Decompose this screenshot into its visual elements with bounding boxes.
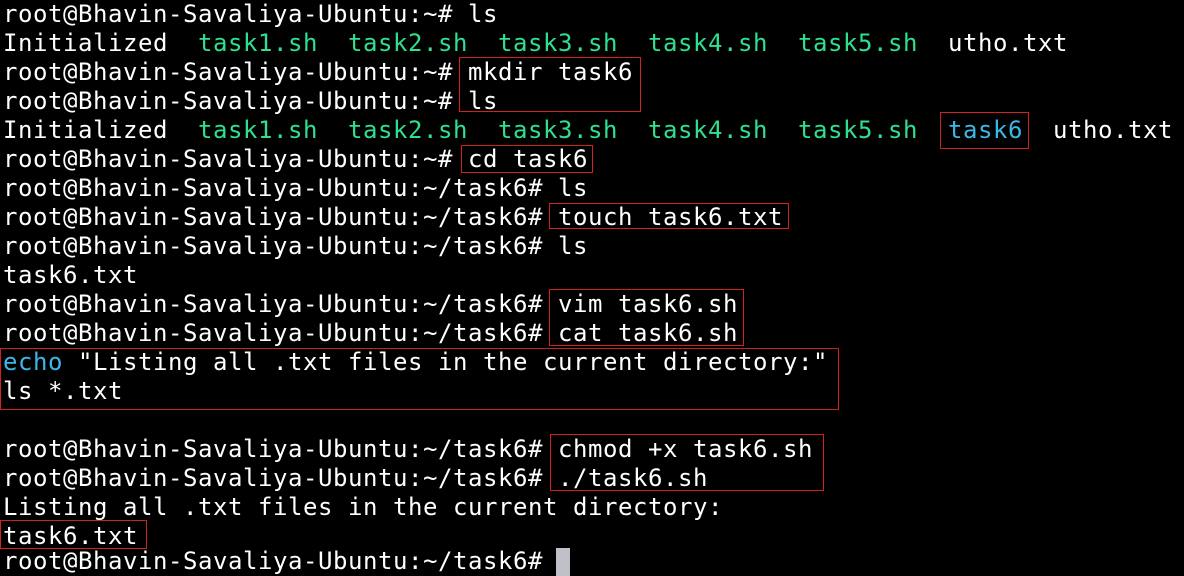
- command-text: ls: [557, 174, 588, 202]
- terminal-line-12: root@Bhavin-Savaliya-Ubuntu:~/task6# cat…: [3, 319, 738, 348]
- terminal-line-8: root@Bhavin-Savaliya-Ubuntu:~/task6# tou…: [3, 203, 783, 232]
- terminal-line-6: root@Bhavin-Savaliya-Ubuntu:~# cd task6: [3, 145, 588, 174]
- terminal-line-9: root@Bhavin-Savaliya-Ubuntu:~/task6# ls: [3, 232, 588, 261]
- output-line: task6.txt: [3, 261, 138, 290]
- prompt: root@Bhavin-Savaliya-Ubuntu:~/task6#: [3, 319, 558, 347]
- prompt: root@Bhavin-Savaliya-Ubuntu:~#: [3, 145, 468, 173]
- command-text: chmod +x task6.sh: [557, 435, 813, 463]
- ls-output-line-1: Initialized task1.sh task2.sh task3.sh t…: [3, 29, 1068, 58]
- prompt: root@Bhavin-Savaliya-Ubuntu:~/task6#: [3, 174, 558, 202]
- echo-keyword: echo: [3, 348, 63, 376]
- command-text: cat task6.sh: [557, 319, 738, 347]
- command-text: cd task6: [467, 145, 588, 173]
- command-text: mkdir task6: [467, 58, 633, 86]
- prompt: root@Bhavin-Savaliya-Ubuntu:~/task6#: [3, 203, 558, 231]
- ls-output-line-2: Initialized task1.sh task2.sh task3.sh t…: [3, 116, 1173, 145]
- terminal-line-17: root@Bhavin-Savaliya-Ubuntu:~/task6# ./t…: [3, 464, 708, 493]
- text-cursor: [556, 548, 570, 576]
- terminal-window[interactable]: root@Bhavin-Savaliya-Ubuntu:~# ls Initia…: [0, 0, 1184, 576]
- file-entry-executable: task5.sh: [798, 29, 918, 57]
- terminal-line-11: root@Bhavin-Savaliya-Ubuntu:~/task6# vim…: [3, 290, 738, 319]
- command-text: vim task6.sh: [557, 290, 738, 318]
- prompt: root@Bhavin-Savaliya-Ubuntu:~/task6#: [3, 464, 558, 492]
- file-entry: Initialized: [3, 116, 168, 144]
- file-entry: Initialized: [3, 29, 168, 57]
- command-text: ./task6.sh: [557, 464, 708, 492]
- echo-string: "Listing all .txt files in the current d…: [63, 348, 828, 376]
- prompt: root@Bhavin-Savaliya-Ubuntu:~/task6#: [3, 435, 558, 463]
- prompt: root@Bhavin-Savaliya-Ubuntu:~/task6#: [3, 290, 558, 318]
- terminal-line-1: root@Bhavin-Savaliya-Ubuntu:~# ls: [3, 0, 498, 29]
- command-text: ls: [557, 232, 588, 260]
- file-entry-executable: task5.sh: [798, 116, 918, 144]
- prompt: root@Bhavin-Savaliya-Ubuntu:~/task6#: [3, 232, 558, 260]
- file-entry: utho.txt: [948, 29, 1068, 57]
- prompt: root@Bhavin-Savaliya-Ubuntu:~#: [3, 0, 468, 28]
- script-line-echo: echo "Listing all .txt files in the curr…: [3, 348, 828, 377]
- terminal-line-current[interactable]: root@Bhavin-Savaliya-Ubuntu:~/task6#: [3, 547, 558, 576]
- directory-entry: task6: [948, 116, 1023, 144]
- file-entry-executable: task1.sh: [198, 116, 318, 144]
- terminal-line-4: root@Bhavin-Savaliya-Ubuntu:~# ls: [3, 87, 498, 116]
- file-entry-executable: task2.sh: [348, 29, 468, 57]
- file-entry-executable: task3.sh: [498, 29, 618, 57]
- file-entry-executable: task4.sh: [648, 29, 768, 57]
- output-line: Listing all .txt files in the current di…: [3, 493, 723, 521]
- file-entry: task6.txt: [3, 522, 138, 550]
- terminal-line-7: root@Bhavin-Savaliya-Ubuntu:~/task6# ls: [3, 174, 588, 203]
- file-entry-executable: task4.sh: [648, 116, 768, 144]
- terminal-line-3: root@Bhavin-Savaliya-Ubuntu:~# mkdir tas…: [3, 58, 633, 87]
- command-text: touch task6.txt: [557, 203, 783, 231]
- prompt: root@Bhavin-Savaliya-Ubuntu:~#: [3, 87, 468, 115]
- terminal-line-16: root@Bhavin-Savaliya-Ubuntu:~/task6# chm…: [3, 435, 813, 464]
- script-line-ls: ls *.txt: [3, 377, 123, 405]
- file-entry: utho.txt: [1053, 116, 1173, 144]
- prompt: root@Bhavin-Savaliya-Ubuntu:~#: [3, 58, 468, 86]
- command-text: ls: [467, 87, 498, 115]
- prompt: root@Bhavin-Savaliya-Ubuntu:~/task6#: [3, 547, 558, 575]
- command-text: ls: [467, 0, 498, 28]
- file-entry: task6.txt: [3, 261, 138, 289]
- file-entry-executable: task1.sh: [198, 29, 318, 57]
- file-entry-executable: task2.sh: [348, 116, 468, 144]
- file-entry-executable: task3.sh: [498, 116, 618, 144]
